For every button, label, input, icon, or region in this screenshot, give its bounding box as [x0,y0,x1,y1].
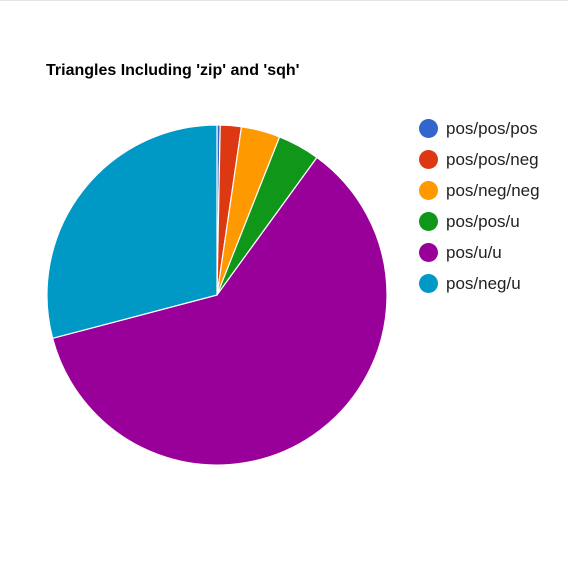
legend-label: pos/neg/u [446,273,521,293]
legend-item-pos-pos-u[interactable]: pos/pos/u [419,206,540,237]
legend-label: pos/neg/neg [446,180,540,200]
pie-slices [46,124,388,466]
legend-item-pos-neg-neg[interactable]: pos/neg/neg [419,175,540,206]
legend-swatch [419,243,438,262]
legend: pos/pos/pos pos/pos/neg pos/neg/neg pos/pos… [419,113,540,299]
legend-label: pos/pos/neg [446,149,539,169]
legend-swatch [419,181,438,200]
legend-swatch [419,274,438,293]
legend-item-pos-neg-u[interactable]: pos/neg/u [419,268,540,299]
legend-item-pos-pos-pos[interactable]: pos/pos/pos [419,113,540,144]
legend-label: pos/pos/pos [446,118,538,138]
legend-swatch [419,212,438,231]
legend-item-pos-pos-neg[interactable]: pos/pos/neg [419,144,540,175]
legend-swatch [419,150,438,169]
legend-label: pos/pos/u [446,211,520,231]
legend-item-pos-u-u[interactable]: pos/u/u [419,237,540,268]
legend-label: pos/u/u [446,242,502,262]
legend-swatch [419,119,438,138]
